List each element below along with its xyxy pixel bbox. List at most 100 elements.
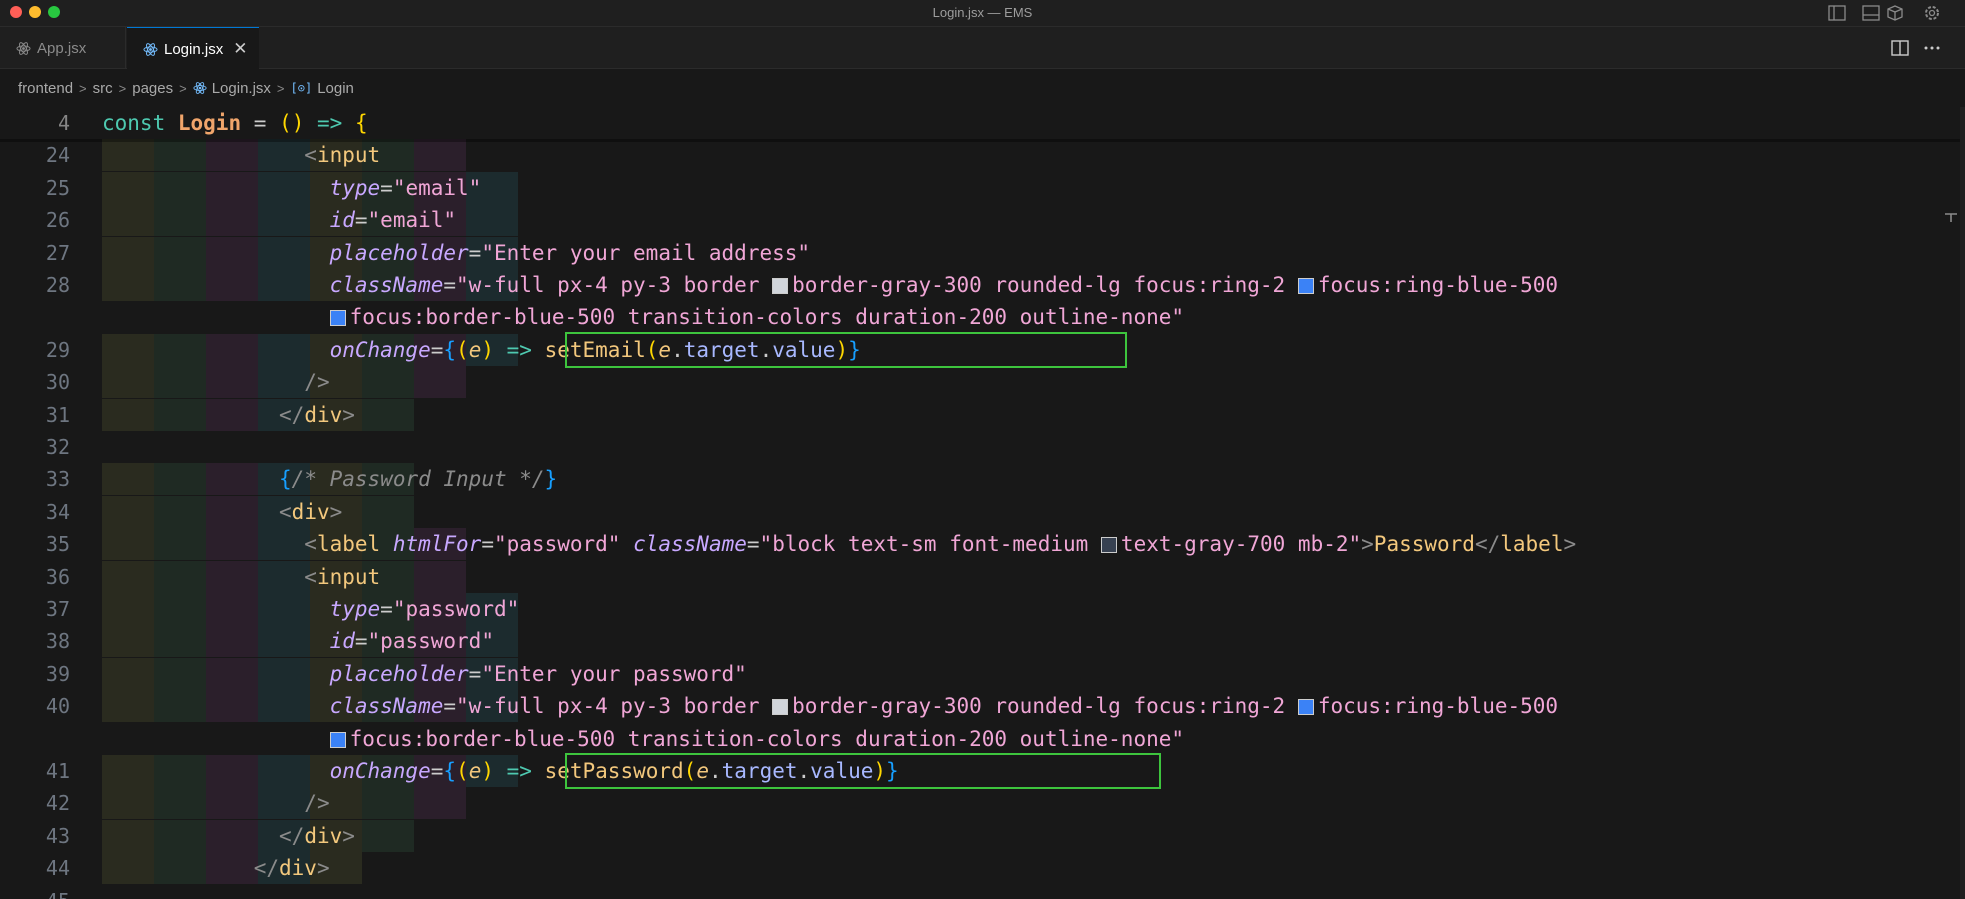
close-tab-icon[interactable]: ✕	[233, 39, 247, 59]
indent-guide-band	[362, 819, 414, 852]
code-line[interactable]: 37 type="password"	[0, 593, 1960, 625]
toggle-primary-sidebar-icon[interactable]	[1827, 4, 1847, 22]
tab-app-jsx[interactable]: App.jsx	[0, 27, 126, 69]
split-editor-icon[interactable]	[1889, 37, 1911, 59]
more-actions-icon[interactable]	[1921, 37, 1943, 59]
toggle-panel-icon[interactable]	[1861, 4, 1881, 22]
jsx-attribute: type	[329, 597, 381, 621]
scrollbar-track[interactable]	[1960, 107, 1965, 899]
string-literal: "w-full px-4 py-3 border	[456, 273, 773, 297]
jsx-attribute: htmlFor	[392, 532, 482, 557]
chevron-right-icon: >	[79, 80, 87, 96]
editor-tab-bar: App.jsx Login.jsx ✕	[0, 27, 1965, 70]
highlight-box-onchange-email	[565, 331, 1127, 368]
react-icon	[143, 42, 158, 56]
keyword: const	[102, 111, 166, 135]
comment: /* Password Input */	[291, 467, 545, 492]
breadcrumb-frontend[interactable]: frontend	[18, 80, 73, 97]
jsx-tag: input	[316, 143, 381, 168]
color-swatch-icon[interactable]	[772, 278, 789, 294]
operator: =	[253, 111, 267, 135]
jsx-text: Password	[1373, 532, 1475, 557]
code-line[interactable]: 34 <div>	[0, 495, 1960, 528]
window-title: Login.jsx — EMS	[932, 5, 1033, 20]
code-line[interactable]: 27 placeholder="Enter your email address…	[0, 236, 1960, 269]
code-text: focus:border-blue-500 transition-colors …	[102, 723, 1184, 755]
code-line[interactable]: 44 </div>	[0, 852, 1960, 885]
color-swatch-icon[interactable]	[329, 731, 346, 748]
jsx-attribute: placeholder	[329, 661, 469, 686]
color-swatch-icon[interactable]	[1297, 278, 1314, 294]
string-literal: "w-full px-4 py-3 border	[456, 694, 773, 719]
code-line[interactable]: 33 {/* Password Input */}	[0, 463, 1960, 496]
color-swatch-icon[interactable]	[329, 310, 346, 327]
code-text: />	[304, 791, 330, 816]
line-number: 36	[45, 564, 70, 589]
cursor-position-marker-icon	[1945, 213, 1957, 222]
breadcrumb: frontend > src > pages > Login.jsx > [⊙]…	[0, 76, 354, 100]
code-text: </div>	[253, 856, 330, 881]
parameter: e	[468, 759, 482, 783]
code-line[interactable]: focus:border-blue-500 transition-colors …	[0, 723, 1960, 755]
extensions-icon[interactable]	[1885, 4, 1905, 22]
code-text: placeholder="Enter your password"	[329, 661, 747, 686]
color-swatch-icon[interactable]	[1297, 699, 1314, 716]
code-line[interactable]: 38 id="password"	[0, 625, 1960, 658]
code-line[interactable]: 42 />	[0, 787, 1960, 820]
code-editor[interactable]: 4 const Login = () => {24 <input 25 type="…	[0, 107, 1965, 899]
code-line[interactable]: focus:border-blue-500 transition-colors …	[0, 301, 1960, 333]
code-line[interactable]: 39 placeholder="Enter your password"	[0, 657, 1960, 690]
code-line[interactable]: 26 id="email"	[0, 204, 1960, 237]
arrow-operator: =>	[317, 111, 343, 135]
code-line[interactable]: 25 type="email"	[0, 171, 1960, 204]
line-number: 32	[45, 435, 70, 459]
string-literal: "password"	[392, 597, 520, 621]
string-literal: focus:border-blue-500 transition-colors …	[349, 726, 1185, 751]
code-line[interactable]: 45	[0, 885, 1960, 899]
line-number: 42	[45, 791, 70, 816]
code-text: <div>	[279, 499, 343, 524]
code-text: {/* Password Input */}	[279, 467, 558, 492]
code-text: type="password"	[329, 597, 520, 621]
color-swatch-icon[interactable]	[1100, 537, 1117, 554]
indent-guide-band	[362, 787, 414, 820]
symbol-variable-icon: [⊙]	[290, 81, 313, 95]
code-line[interactable]: 24 <input	[0, 139, 1960, 172]
sticky-scroll-line[interactable]: 4 const Login = () => {	[0, 107, 1960, 139]
code-line[interactable]: 31 </div>	[0, 398, 1960, 431]
code-line[interactable]: 43 </div>	[0, 819, 1960, 852]
code-line[interactable]: 36 <input	[0, 560, 1960, 593]
indent-guide-band	[362, 495, 414, 528]
code-text: type="email"	[329, 175, 482, 200]
parens: ()	[279, 111, 305, 135]
string-literal: focus:border-blue-500 transition-colors …	[349, 305, 1185, 330]
string-literal: focus:ring-blue-500	[1317, 694, 1559, 719]
color-swatch-icon[interactable]	[772, 699, 789, 716]
jsx-attribute: onChange	[329, 759, 431, 783]
line-number: 34	[45, 499, 70, 524]
breadcrumb-file[interactable]: Login.jsx	[212, 80, 271, 97]
chevron-right-icon: >	[276, 80, 285, 96]
code-text: className="w-full px-4 py-3 border borde…	[329, 273, 1559, 297]
code-line[interactable]: 32	[0, 431, 1960, 463]
jsx-tag: div	[304, 402, 343, 427]
code-line[interactable]: 40 className="w-full px-4 py-3 border bo…	[0, 690, 1960, 723]
breadcrumb-pages[interactable]: pages	[132, 80, 173, 97]
code-line[interactable]: 28 className="w-full px-4 py-3 border bo…	[0, 269, 1960, 301]
string-literal: "password"	[367, 629, 494, 654]
react-icon	[16, 41, 31, 55]
jsx-tag: label	[316, 532, 381, 557]
settings-gear-icon[interactable]	[1922, 4, 1942, 22]
breadcrumb-src[interactable]: src	[93, 80, 113, 97]
code-line[interactable]: 35 <label htmlFor="password" className="…	[0, 528, 1960, 561]
line-number: 44	[45, 856, 70, 881]
line-number: 40	[45, 694, 70, 719]
breadcrumb-symbol[interactable]: Login	[317, 80, 354, 97]
line-number: 25	[45, 175, 70, 200]
code-text: focus:border-blue-500 transition-colors …	[102, 301, 1184, 333]
tab-login-jsx[interactable]: Login.jsx ✕	[127, 27, 259, 70]
jsx-tag: div	[304, 823, 343, 848]
code-text: placeholder="Enter your email address"	[329, 240, 811, 265]
code-line[interactable]: 30 />	[0, 366, 1960, 399]
line-number: 45	[0, 885, 70, 899]
